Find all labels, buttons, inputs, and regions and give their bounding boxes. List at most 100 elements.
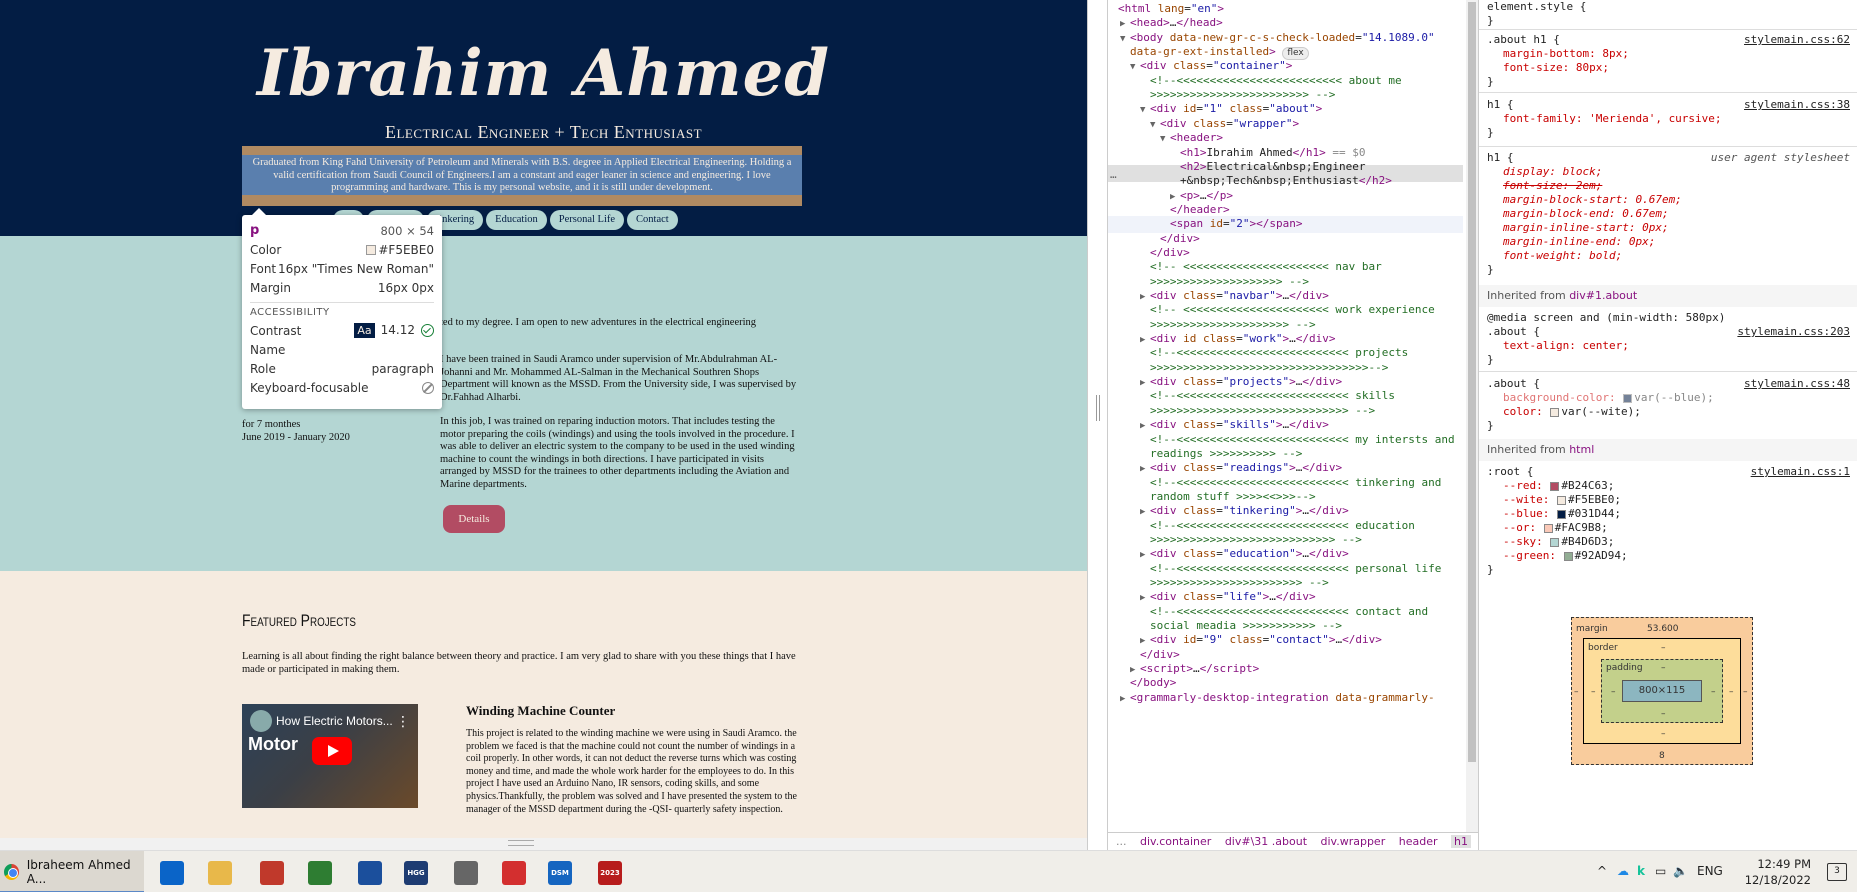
- taskbar-app-icon[interactable]: [358, 861, 382, 885]
- element-style-selector: element.style {: [1487, 0, 1587, 13]
- clock[interactable]: 12:49 PM 12/18/2022: [1745, 856, 1811, 888]
- taskbar-app-icon[interactable]: [260, 861, 284, 885]
- breadcrumb-overflow-left[interactable]: ...: [1116, 835, 1127, 848]
- language-indicator[interactable]: ENG: [1697, 864, 1723, 878]
- nav-item-education[interactable]: Education: [486, 210, 547, 230]
- padding-top-value[interactable]: –: [1661, 663, 1666, 673]
- prop-background-color[interactable]: background-color: var(--blue);: [1487, 391, 1857, 405]
- color-swatch-icon[interactable]: [1556, 509, 1566, 519]
- devtools-divider[interactable]: [1087, 0, 1108, 850]
- onedrive-icon[interactable]: ☁: [1617, 864, 1629, 878]
- h1-selector: h1 {: [1487, 98, 1514, 111]
- notification-center-icon[interactable]: 3: [1827, 863, 1847, 881]
- show-hidden-icons-icon[interactable]: ^: [1597, 864, 1607, 878]
- color-swatch-icon[interactable]: [1563, 551, 1573, 561]
- inherited-about-link[interactable]: div#1.about: [1569, 289, 1637, 302]
- ua-source-label: user agent stylesheet: [1710, 151, 1850, 164]
- padding-bottom-value[interactable]: –: [1661, 709, 1666, 719]
- dom-node-line[interactable]: ▶ <grammarly-desktop-integration data-gra…: [1120, 689, 1435, 706]
- margin-top-value[interactable]: 53.600: [1647, 624, 1679, 634]
- margin-left-value[interactable]: –: [1574, 687, 1579, 697]
- prop-font-family[interactable]: font-family: 'Merienda', cursive;: [1487, 112, 1857, 126]
- elements-scrollbar[interactable]: [1466, 0, 1478, 832]
- root-var-blue[interactable]: --blue: #031D44;: [1487, 507, 1857, 521]
- root-source-link[interactable]: stylemain.css:1: [1751, 465, 1850, 479]
- resize-handle[interactable]: [508, 840, 534, 846]
- taskbar-app-icon[interactable]: [454, 861, 478, 885]
- about-media-rule[interactable]: @media screen and (min-width: 580px) .ab…: [1479, 311, 1857, 367]
- h1-source-link[interactable]: stylemain.css:38: [1744, 98, 1850, 112]
- root-var-green[interactable]: --green: #92AD94;: [1487, 549, 1857, 563]
- margin-right-value[interactable]: –: [1743, 687, 1748, 697]
- color-swatch-icon[interactable]: [1543, 523, 1553, 533]
- margin-bottom-value[interactable]: 8: [1659, 751, 1665, 761]
- about-media-source-link[interactable]: stylemain.css:203: [1737, 325, 1850, 339]
- box-model-content[interactable]: 800×115: [1622, 680, 1702, 702]
- chrome-icon: [4, 864, 19, 880]
- about-h1-source-link[interactable]: stylemain.css:62: [1744, 33, 1850, 47]
- padding-left-value[interactable]: –: [1611, 687, 1616, 697]
- grammarly-icon[interactable]: k: [1637, 864, 1645, 878]
- channel-avatar[interactable]: [250, 710, 272, 732]
- taskbar-app-icon[interactable]: [208, 861, 232, 885]
- nav-item-contact[interactable]: Contact: [627, 210, 678, 230]
- border-right-value[interactable]: –: [1729, 687, 1734, 697]
- elements-panel[interactable]: … <html lang="en"> ▶ <head>…</head> ▼ <body …: [1108, 0, 1466, 832]
- prop-color[interactable]: color: var(--wite);: [1487, 405, 1857, 419]
- root-var-or[interactable]: --or: #FAC9B8;: [1487, 521, 1857, 535]
- taskbar-app-icon[interactable]: [308, 861, 332, 885]
- root-variables[interactable]: --red: #B24C63; --wite: #F5EBE0; --blue: #…: [1487, 479, 1857, 563]
- taskbar-chrome-button[interactable]: Ibraheem Ahmed A...: [0, 851, 144, 892]
- taskbar-app-icon[interactable]: DSM: [548, 861, 572, 885]
- clock-time: 12:49 PM: [1757, 857, 1811, 871]
- taskbar-app-icon[interactable]: [160, 861, 184, 885]
- breadcrumb-header[interactable]: header: [1399, 835, 1438, 848]
- youtube-video-embed[interactable]: How Electric Motors... ⋮ Motor: [242, 704, 418, 808]
- taskbar-app-icon[interactable]: HGG: [404, 861, 428, 885]
- taskbar-app-icon[interactable]: 2023: [598, 861, 622, 885]
- box-model-diagram: margin 53.600 8 – – border – – – – paddi…: [1571, 617, 1753, 765]
- element-style-rule[interactable]: element.style { }: [1479, 0, 1857, 28]
- blue-swatch-icon[interactable]: [1623, 393, 1633, 403]
- border-top-value[interactable]: –: [1661, 643, 1666, 653]
- drag-handle-icon[interactable]: [1096, 395, 1100, 421]
- play-icon[interactable]: [312, 737, 352, 765]
- taskbar-app-icon[interactable]: [502, 861, 526, 885]
- system-tray: ^ ☁ k ▭ 🔈 ENG 12:49 PM 12/18/2022 3: [1597, 851, 1857, 892]
- about-rule[interactable]: .about {stylemain.css:48 background-colo…: [1479, 377, 1857, 433]
- root-var-sky[interactable]: --sky: #B4D6D3;: [1487, 535, 1857, 549]
- breadcrumb-container[interactable]: div.container: [1140, 835, 1211, 848]
- padding-right-value[interactable]: –: [1711, 687, 1716, 697]
- prop-margin-bottom[interactable]: margin-bottom: 8px;: [1487, 47, 1857, 61]
- node-actions-icon[interactable]: …: [1110, 166, 1117, 183]
- media-query: @media screen and (min-width: 580px): [1487, 311, 1726, 324]
- volume-icon[interactable]: 🔈: [1673, 864, 1688, 878]
- about-h1-rule[interactable]: .about h1 {stylemain.css:62 margin-botto…: [1479, 33, 1857, 89]
- breadcrumb-wrapper[interactable]: div.wrapper: [1321, 835, 1386, 848]
- dom-breadcrumb: ... div.container div#\31 .about div.wra…: [1108, 832, 1495, 850]
- border-left-value[interactable]: –: [1591, 687, 1596, 697]
- inherited-html-link[interactable]: html: [1569, 443, 1594, 456]
- color-swatch-icon[interactable]: [1550, 481, 1560, 491]
- not-focusable-icon: [422, 381, 434, 394]
- color-swatch-icon[interactable]: [1550, 537, 1560, 547]
- video-title[interactable]: How Electric Motors...: [276, 714, 393, 728]
- wite-swatch-icon[interactable]: [1550, 407, 1560, 417]
- border-bottom-value[interactable]: –: [1661, 729, 1666, 739]
- network-icon[interactable]: ▭: [1655, 864, 1666, 878]
- nav-item-personal-life[interactable]: Personal Life: [549, 210, 625, 230]
- breadcrumb-h1[interactable]: h1: [1451, 835, 1471, 848]
- color-swatch-icon[interactable]: [1556, 495, 1566, 505]
- breadcrumb-about[interactable]: div#\31 .about: [1225, 835, 1307, 848]
- more-options-icon[interactable]: ⋮: [396, 714, 410, 730]
- root-var-red[interactable]: --red: #B24C63;: [1487, 479, 1857, 493]
- prop-font-size[interactable]: font-size: 80px;: [1487, 61, 1857, 75]
- details-button[interactable]: Details: [443, 505, 505, 533]
- prop-text-align[interactable]: text-align: center;: [1487, 339, 1857, 353]
- color-swatch-icon: [366, 245, 377, 255]
- scrollbar-thumb[interactable]: [1468, 2, 1476, 762]
- root-rule[interactable]: :root {stylemain.css:1 --red: #B24C63; --…: [1479, 465, 1857, 577]
- root-var-wite[interactable]: --wite: #F5EBE0;: [1487, 493, 1857, 507]
- about-source-link[interactable]: stylemain.css:48: [1744, 377, 1850, 391]
- h1-rule[interactable]: h1 { stylemain.css:38 font-family: 'Merie…: [1479, 98, 1857, 140]
